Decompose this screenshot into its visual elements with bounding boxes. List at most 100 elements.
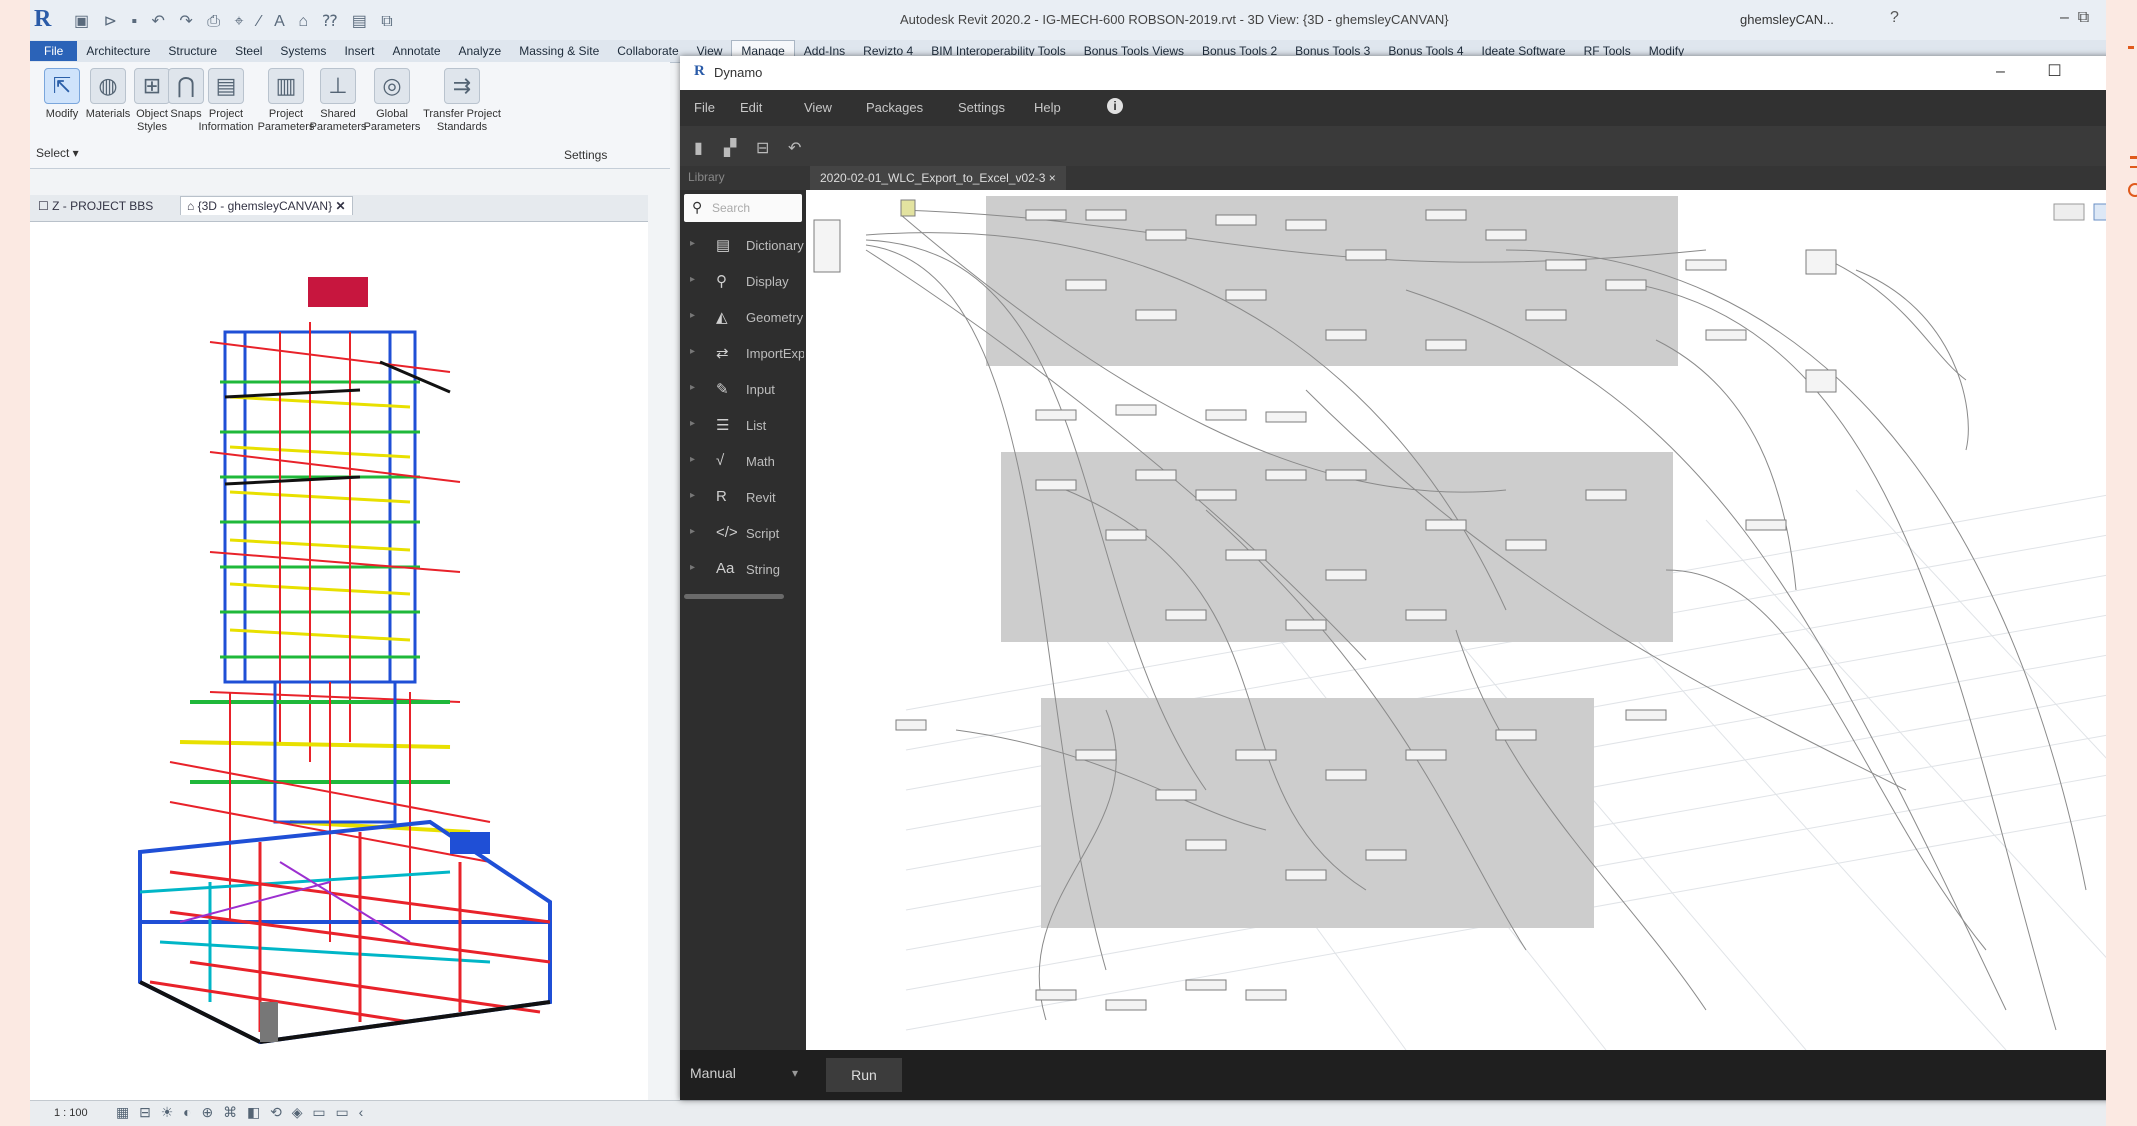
quick-access-toolbar: R ▣ ⊳ ▪ ↶ ↷ ⎙ ⌖ ∕ A ⌂ ⁇ ▤ ⧉ Autodesk Rev… <box>30 0 2106 41</box>
chevron-right-icon[interactable]: ▸ <box>690 490 695 501</box>
menu-settings[interactable]: Settings <box>958 100 1005 115</box>
zoom-controls-graphic: ⛶ + − ✥ <box>2053 203 2106 221</box>
chevron-right-icon[interactable]: ▸ <box>690 562 695 573</box>
view-tabs: ☐ Z - PROJECT BBS ⌂ {3D - ghemsleyCANVAN… <box>30 195 648 222</box>
ribbon-button-shared-parameters[interactable]: ⊥ Shared Parameters <box>308 64 368 134</box>
library-item-label: Display <box>746 274 789 289</box>
quick-access-icons[interactable]: ▣ ⊳ ▪ ↶ ↷ ⎙ ⌖ ∕ A ⌂ ⁇ ▤ ⧉ <box>74 11 398 31</box>
menu-help[interactable]: Help <box>1034 100 1061 115</box>
string-icon: Aa <box>716 560 735 577</box>
library-item-dictionary[interactable]: ▸ ▤ Dictionary <box>680 230 806 260</box>
zoom-controls: ⛶ + − ✥ <box>2050 200 2106 360</box>
library-item-label: Input <box>746 382 775 397</box>
select-dropdown[interactable]: Select ▾ <box>36 146 79 160</box>
ribbon-tab-analyze[interactable]: Analyze <box>450 41 511 61</box>
search-icon: ⚲ <box>692 199 703 215</box>
library-search-input[interactable]: ⚲ Search <box>684 194 802 222</box>
info-icon[interactable]: i <box>1107 98 1123 114</box>
dictionary-icon: ▤ <box>716 237 731 254</box>
node-graph <box>813 196 2106 1050</box>
library-item-label: Geometry <box>746 310 804 325</box>
save-icon[interactable]: ⊟ <box>756 138 769 158</box>
menu-edit[interactable]: Edit <box>740 100 762 115</box>
library-item-script[interactable]: ▸ </> Script <box>680 518 806 548</box>
library-item-importexport[interactable]: ▸ ⇄ ImportExport <box>680 338 806 368</box>
status-bar: 1 : 100 ▦ ⊟ ☀ ◐ ⊕ ⌘ ◧ ⟲ ◈ ▭ ▭ ‹ <box>30 1100 2106 1126</box>
window-controls[interactable]: – ⧉ <box>2060 9 2089 27</box>
import-export-icon: ⇄ <box>716 345 729 362</box>
ribbon-tab-architecture[interactable]: Architecture <box>77 41 159 61</box>
chevron-right-icon[interactable]: ▸ <box>690 454 695 465</box>
library-tab[interactable]: Library <box>688 170 725 184</box>
chevron-right-icon[interactable]: ▸ <box>690 382 695 393</box>
3d-model-viewport[interactable] <box>30 222 648 1102</box>
list-icon: ☰ <box>716 417 730 434</box>
graph-view-toggle[interactable] <box>2093 203 2106 221</box>
run-button[interactable]: Run <box>826 1058 902 1092</box>
dynamo-tab-strip: Library 2020-02-01_WLC_Export_to_Excel_v… <box>680 166 2106 190</box>
chevron-right-icon[interactable]: ▸ <box>690 526 695 537</box>
chevron-down-icon[interactable]: ▾ <box>792 1066 798 1080</box>
library-item-math[interactable]: ▸ √ Math <box>680 446 806 476</box>
ribbon-tab-collaborate[interactable]: Collaborate <box>608 41 687 61</box>
library-scrollbar[interactable] <box>684 594 784 599</box>
chevron-right-icon[interactable]: ▸ <box>690 310 695 321</box>
help-icon[interactable]: ? <box>1890 9 1899 27</box>
library-item-label: String <box>746 562 780 577</box>
view-control-icons[interactable]: ▦ ⊟ ☀ ◐ ⊕ ⌘ ◧ ⟲ ◈ ▭ ▭ ‹ <box>116 1104 366 1121</box>
script-icon: </> <box>716 524 738 541</box>
page-edge-graphic <box>2128 46 2137 197</box>
chevron-right-icon[interactable]: ▸ <box>690 238 695 249</box>
menu-packages[interactable]: Packages <box>866 100 923 115</box>
ribbon-button-transfer-project-standards[interactable]: ⇉ Transfer Project Standards <box>420 64 504 134</box>
window-title: Autodesk Revit 2020.2 - IG-MECH-600 ROBS… <box>900 12 1449 27</box>
dynamo-window: R Dynamo – ☐ ✕ i File Edit View Packages Set… <box>680 56 2106 1100</box>
close-icon[interactable]: ✕ <box>335 199 345 213</box>
chevron-right-icon[interactable]: ▸ <box>690 418 695 429</box>
ribbon-tab-file[interactable]: File <box>30 41 78 61</box>
new-file-icon[interactable]: ▮ <box>694 138 703 158</box>
ribbon-button-label: Shared Parameters <box>309 108 367 133</box>
shared-parameters-icon: ⊥ <box>320 68 356 104</box>
geometry-view-toggle[interactable] <box>2053 203 2085 221</box>
open-file-icon[interactable]: ▞ <box>724 138 736 158</box>
library-item-label: List <box>746 418 767 433</box>
ribbon-tab-structure[interactable]: Structure <box>159 41 226 61</box>
workspace-tab[interactable]: 2020-02-01_WLC_Export_to_Excel_v02-3 × <box>810 166 1066 190</box>
tab-project-bbs[interactable]: ☐ Z - PROJECT BBS <box>38 199 153 213</box>
ribbon-tab-insert[interactable]: Insert <box>335 41 383 61</box>
menu-file[interactable]: File <box>694 100 715 115</box>
library-item-label: Math <box>746 454 775 469</box>
ribbon-tab-massing-site[interactable]: Massing & Site <box>510 41 608 61</box>
library-item-label: ImportExport <box>746 346 804 361</box>
global-parameters-icon: ◎ <box>374 68 410 104</box>
ribbon-button-project-information[interactable]: ▤ Project Information <box>196 64 256 134</box>
library-item-list[interactable]: ▸ ☰ List <box>680 410 806 440</box>
menu-view[interactable]: View <box>804 100 832 115</box>
undo-icon[interactable]: ↶ <box>788 138 801 158</box>
ribbon-button-project-parameters[interactable]: ▥ Project Parameters <box>256 64 316 134</box>
chevron-right-icon[interactable]: ▸ <box>690 346 695 357</box>
math-icon: √ <box>716 452 725 469</box>
chevron-right-icon[interactable]: ▸ <box>690 274 695 285</box>
run-mode-dropdown[interactable]: Manual <box>690 1065 736 1081</box>
ribbon-tab-systems[interactable]: Systems <box>271 41 335 61</box>
graph-canvas[interactable]: ⛶ + − ✥ <box>806 190 2106 1050</box>
ribbon-button-global-parameters[interactable]: ◎ Global Parameters <box>362 64 422 134</box>
ribbon-tab-annotate[interactable]: Annotate <box>383 41 449 61</box>
library-item-display[interactable]: ▸ ⚲ Display <box>680 266 806 296</box>
project-parameters-icon: ▥ <box>268 68 304 104</box>
dynamo-menu-bar: i File Edit View Packages Settings Help <box>680 90 2106 126</box>
view-scale[interactable]: 1 : 100 <box>54 1107 88 1119</box>
ribbon-tab-steel[interactable]: Steel <box>226 41 271 61</box>
user-account[interactable]: ghemsleyCAN... <box>1740 12 1834 27</box>
input-icon: ✎ <box>716 381 729 398</box>
revit-window: R ▣ ⊳ ▪ ↶ ↷ ⎙ ⌖ ∕ A ⌂ ⁇ ▤ ⧉ Autodesk Rev… <box>30 0 2106 1126</box>
tab-3d-view[interactable]: ⌂ {3D - ghemsleyCANVAN} ✕ <box>180 196 353 215</box>
library-item-geometry[interactable]: ▸ ◭ Geometry <box>680 302 806 332</box>
library-item-revit[interactable]: ▸ R Revit <box>680 482 806 512</box>
library-item-input[interactable]: ▸ ✎ Input <box>680 374 806 404</box>
library-item-string[interactable]: ▸ Aa String <box>680 554 806 584</box>
dynamo-window-controls[interactable]: – ☐ ✕ <box>1996 61 2106 81</box>
revit-logo-icon[interactable]: R <box>34 6 51 33</box>
